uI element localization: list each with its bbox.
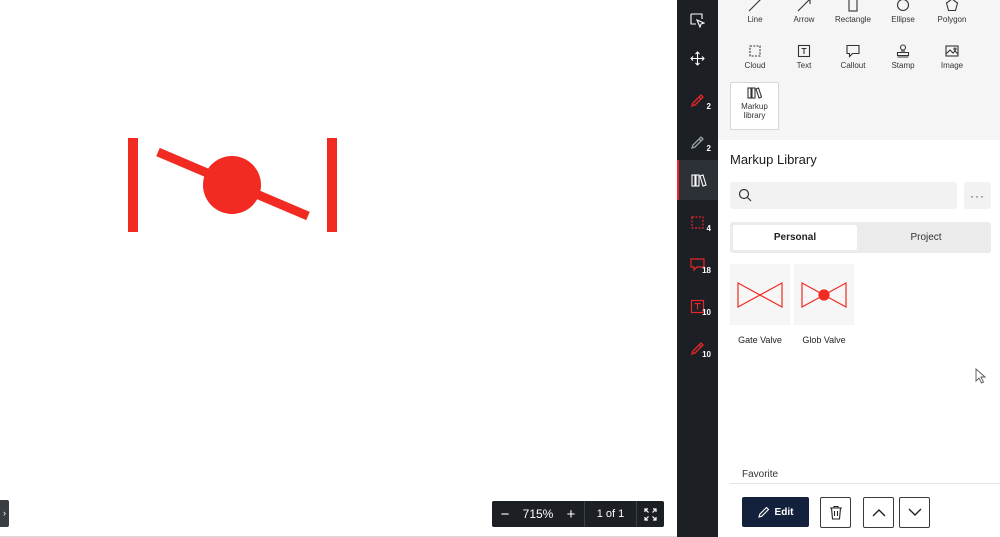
valve-ball [203,156,261,214]
tab-personal[interactable]: Personal [733,225,857,250]
select-icon [690,12,705,28]
library-item-gate-valve[interactable]: Gate Valve [730,264,790,345]
tool-label: Arrow [793,15,815,24]
edit-button[interactable]: Edit [742,497,809,527]
zoom-out-button[interactable]: − [492,501,518,527]
favorite-label: Favorite [742,469,779,480]
valve-right-bar [327,138,337,232]
tool-polygon[interactable]: Polygon [927,0,977,24]
globe-valve-markup[interactable] [120,130,345,240]
page-indicator: 1 of 1 [584,501,636,527]
rail-count: 4 [706,224,711,233]
markup-panel: Line Arrow Rectangle Ellipse Polygon Clo… [718,0,1000,537]
tool-callout[interactable]: Callout [828,44,878,70]
gate-valve-icon [737,281,783,308]
tool-text[interactable]: Text [779,44,829,70]
tool-label: Cloud [744,61,766,70]
globe-valve-icon [801,281,847,308]
polygon-icon [945,0,959,12]
move-up-button[interactable] [863,497,894,528]
zoom-toolbar: − 715% + 1 of 1 [492,501,664,527]
tool-image[interactable]: Image [927,44,977,70]
trash-icon [829,505,842,520]
cloud-markup-icon [691,215,704,229]
zoom-in-button[interactable]: + [558,501,584,527]
more-options-button[interactable]: ··· [964,182,991,209]
rail-count: 10 [702,308,711,317]
rail-pen-markups[interactable]: 10 [677,328,718,368]
rail-callout-markups[interactable]: 18 [677,244,718,284]
stamp-icon [896,44,910,58]
tool-cloud[interactable]: Cloud [730,44,780,70]
library-search-input[interactable] [730,182,957,209]
markup-tools-grid: Line Arrow Rectangle Ellipse Polygon Clo… [718,0,1000,140]
library-icon [690,174,707,187]
rail-select-tool[interactable] [677,0,718,40]
rail-cloud-markups[interactable]: 4 [677,202,718,242]
rail-pen-red[interactable]: 2 [677,80,718,120]
tool-ellipse[interactable]: Ellipse [878,0,928,24]
tool-label: Rectangle [834,15,872,24]
cloud-icon [749,45,761,57]
search-icon [738,188,752,202]
zoom-level: 715% [522,507,554,521]
tool-label: Polygon [937,15,967,24]
valve-left-bar [128,138,138,232]
tool-label: Callout [840,61,866,70]
library-icon [747,87,762,99]
tool-rectangle[interactable]: Rectangle [828,0,878,24]
library-title: Markup Library [730,152,817,167]
tool-label: Markup library [741,102,768,120]
move-down-button[interactable] [899,497,930,528]
tool-line[interactable]: Line [730,0,780,24]
delete-button[interactable] [820,497,851,528]
pen-grey-icon [690,135,704,149]
library-item-glob-valve[interactable]: Glob Valve [794,264,854,345]
callout-icon [846,44,860,58]
library-item-label: Gate Valve [738,335,782,345]
tool-stamp[interactable]: Stamp [878,44,928,70]
pencil-icon [757,506,769,518]
edit-label: Edit [774,506,794,518]
ellipse-icon [896,0,910,12]
fullscreen-icon [644,507,657,521]
pen-red-icon [690,93,704,107]
tool-label: Text [796,61,812,70]
library-item-label: Glob Valve [802,335,846,345]
text-icon [797,44,811,58]
tool-label: Line [747,15,763,24]
tool-label: Image [940,61,964,70]
divider [730,483,1000,484]
drawing-canvas[interactable]: › − 715% + 1 of 1 [0,0,677,537]
chevron-up-icon [872,509,885,517]
tool-arrow[interactable]: Arrow [779,0,829,24]
tab-project[interactable]: Project [864,225,988,250]
library-thumbnail [730,264,790,325]
rail-count: 18 [702,266,711,275]
tool-label: Stamp [891,61,915,70]
rail-count: 10 [702,350,711,359]
arrow-icon [797,0,811,12]
fullscreen-button[interactable] [636,501,664,527]
pan-icon [690,50,705,66]
tool-label: Ellipse [891,15,915,24]
library-tabs: Personal Project [730,222,991,253]
rail-text-markups[interactable]: 10 [677,286,718,326]
mouse-cursor-icon [975,368,986,384]
rail-count: 2 [706,144,711,153]
tool-rail: 2 2 4 18 10 10 [677,0,718,537]
image-icon [945,45,959,57]
app-window: › − 715% + 1 of 1 2 2 4 18 10 10 Line Ar… [0,0,1000,537]
collapse-handle[interactable]: › [0,500,9,527]
library-thumbnail [794,264,854,325]
chevron-down-icon [908,508,921,516]
rail-pen-grey[interactable]: 2 [677,122,718,162]
rail-markup-library[interactable] [677,160,718,200]
rectangle-icon [848,0,858,12]
tool-markup-library[interactable]: Markup library [730,82,779,130]
line-icon [748,0,761,12]
rail-count: 2 [706,102,711,111]
rail-pan-tool[interactable] [677,38,718,78]
